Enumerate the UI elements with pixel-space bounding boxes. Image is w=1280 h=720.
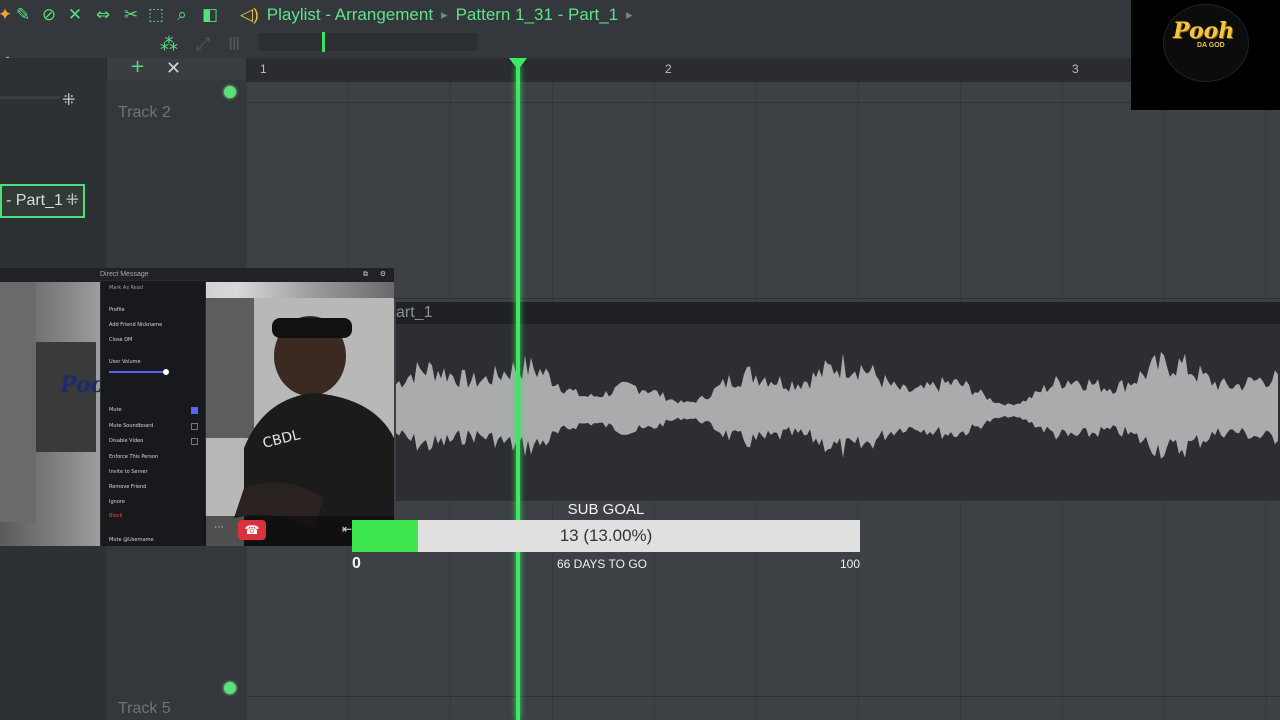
close-icon[interactable]: ✕ xyxy=(166,58,181,80)
audio-clip-header[interactable]: art_1 xyxy=(396,302,1280,324)
speaker-icon: ◁) xyxy=(240,5,259,24)
wall-panel xyxy=(0,282,36,522)
menu-item[interactable]: Mute Soundboard xyxy=(109,423,153,429)
menu-item[interactable]: Remove Friend xyxy=(109,484,146,490)
grid-line xyxy=(246,298,1280,299)
track-label[interactable]: Track 5 xyxy=(118,700,171,718)
sub-goal-title: SUB GOAL xyxy=(567,501,645,518)
waveform xyxy=(396,352,1278,459)
volume-slider-thumb[interactable] xyxy=(163,369,169,375)
pattern-name[interactable]: Pattern 1_31 - Part_1 xyxy=(456,5,619,25)
hang-up-button[interactable]: ☎ xyxy=(238,520,266,540)
logo-text: Pooh xyxy=(1173,18,1235,44)
grid-line xyxy=(246,102,1280,103)
playback-icon[interactable]: ◧ xyxy=(199,4,221,26)
chevron-right-icon: ▸ xyxy=(441,7,448,22)
divider xyxy=(0,96,60,99)
timeline-ruler[interactable]: 1 2 3 xyxy=(246,58,1280,83)
zoom-icon[interactable]: ⌕ xyxy=(171,4,193,26)
playlist-grid[interactable]: art_1 xyxy=(246,82,1280,720)
track-mute-led[interactable] xyxy=(224,86,236,98)
waveform-icon: ⁜ xyxy=(62,92,76,109)
menu-item[interactable]: Mark As Read xyxy=(109,285,143,291)
gear-icon[interactable]: ⚙ xyxy=(380,268,386,282)
stream-logo: Pooh DA GOD xyxy=(1131,0,1280,110)
slice-icon[interactable]: ✂ xyxy=(120,4,142,26)
playhead[interactable] xyxy=(516,66,520,720)
zoom-scroll-bar[interactable] xyxy=(258,32,478,52)
volume-slider[interactable] xyxy=(109,371,167,373)
webcam-overlay: Direct Message ⧉ ⚙ Pooh CBDL Mark As Rea… xyxy=(0,268,394,546)
sub-goal-days-left: 66 DAYS TO GO xyxy=(556,557,648,571)
menu-item[interactable]: Mute @Username xyxy=(109,537,154,543)
checkbox[interactable] xyxy=(191,423,198,430)
mute-icon[interactable]: ✕ xyxy=(64,4,86,26)
sub-goal-progress-bar: 13 (13.00%) xyxy=(352,520,860,552)
menu-item[interactable]: Mute xyxy=(109,407,122,413)
logo-subtext: DA GOD xyxy=(1197,42,1225,49)
popout-icon[interactable]: ⧉ xyxy=(363,268,368,282)
piano-icon[interactable]: Ⅲ xyxy=(228,34,240,56)
selected-pattern[interactable]: - Part_1 ⁜ xyxy=(0,184,85,218)
zoom-handle[interactable] xyxy=(322,32,325,52)
audio-clip-label: art_1 xyxy=(396,304,433,321)
grid-line xyxy=(246,696,1280,697)
audio-clip[interactable] xyxy=(396,324,1280,500)
track-mute-led[interactable] xyxy=(224,682,236,694)
add-icon[interactable]: + xyxy=(130,56,145,78)
bar-number: 1 xyxy=(260,62,267,76)
menu-item[interactable]: Enforce This Person xyxy=(109,454,158,460)
waveform-icon[interactable]: ⁂ xyxy=(160,34,178,56)
menu-item[interactable]: Invite to Server xyxy=(109,469,148,475)
breadcrumb: ◁) Playlist - Arrangement ▸ Pattern 1_31… xyxy=(240,3,633,27)
slip-icon[interactable]: ⇔ xyxy=(92,4,114,26)
menu-item[interactable]: Block xyxy=(109,513,123,519)
menu-item[interactable]: Ignore xyxy=(109,499,125,505)
sub-goal-max: 100 xyxy=(839,557,860,571)
track-label[interactable]: Track 2 xyxy=(118,104,171,122)
selected-pattern-label: - Part_1 xyxy=(6,192,63,209)
more-icon[interactable]: ⋯ xyxy=(214,522,224,533)
mute-checkbox[interactable] xyxy=(191,407,198,414)
playlist-toolbar: ✦ ✎ ⊘ ✕ ⇔ ✂ ⬚ ⌕ ◧ ◁) Playlist - Arrangem… xyxy=(0,0,1280,79)
stretch-icon[interactable]: ⤢ xyxy=(196,34,210,56)
popout-arrow-icon[interactable]: ⇤ xyxy=(342,522,352,536)
waveform-icon: ⁜ xyxy=(65,192,79,209)
menu-item[interactable]: Profile xyxy=(109,307,125,313)
paint-brush-icon[interactable]: ✎ xyxy=(12,4,34,26)
sub-goal-widget: SUB GOAL 13 (13.00%) 0 66 DAYS TO GO 100 xyxy=(352,498,860,578)
chevron-right-icon: ▸ xyxy=(626,7,633,22)
select-icon[interactable]: ⬚ xyxy=(145,4,167,26)
menu-item[interactable]: Add Friend Nickname xyxy=(109,322,162,328)
menu-item[interactable]: Close DM xyxy=(109,337,132,343)
window-title[interactable]: Playlist - Arrangement xyxy=(267,5,433,25)
menu-item[interactable]: Disable Video xyxy=(109,438,143,444)
menu-item[interactable]: User Volume xyxy=(109,359,141,365)
bar-number: 3 xyxy=(1072,62,1079,76)
delete-icon[interactable]: ⊘ xyxy=(38,4,60,26)
sub-goal-value: 13 (13.00%) xyxy=(559,526,653,545)
context-menu: Mark As Read Profile Add Friend Nickname… xyxy=(100,280,206,546)
bar-number: 2 xyxy=(665,62,672,76)
checkbox[interactable] xyxy=(191,438,198,445)
